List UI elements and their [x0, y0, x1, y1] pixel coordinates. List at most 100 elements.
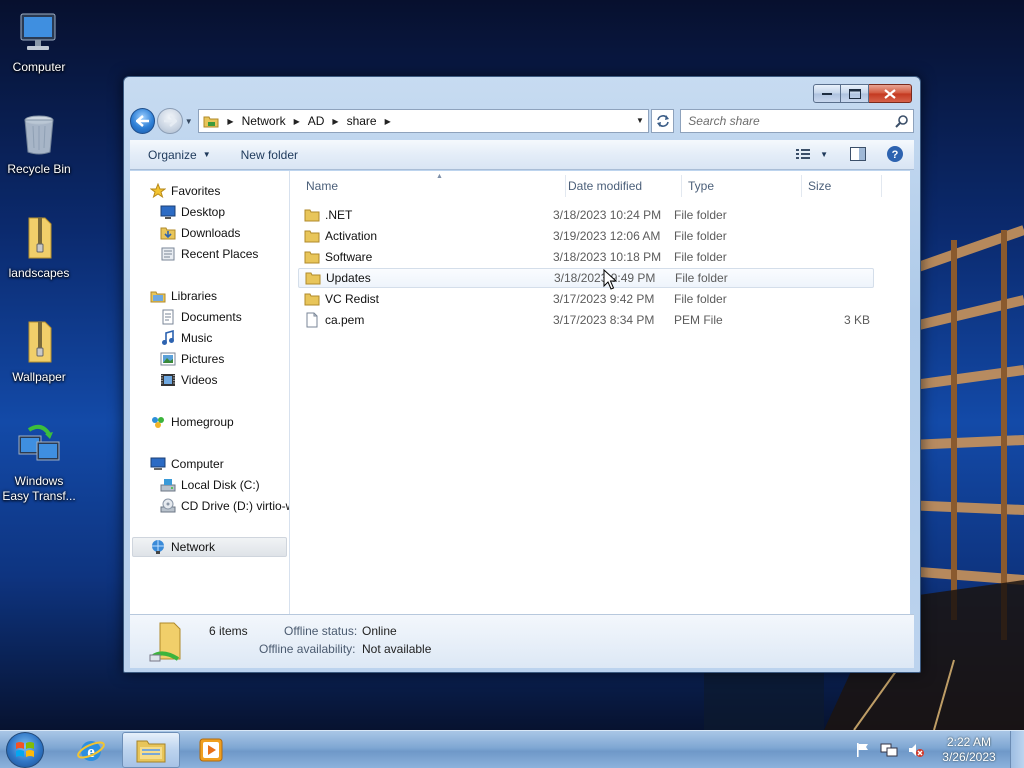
taskbar-media-player[interactable]	[182, 732, 240, 768]
start-button[interactable]	[6, 732, 44, 768]
breadcrumb-network[interactable]: Network	[242, 114, 286, 128]
restore-button[interactable]	[841, 84, 869, 103]
search-icon[interactable]	[895, 114, 909, 131]
breadcrumb-separator[interactable]: ▶	[332, 117, 338, 126]
navigation-bar: ▼ ▶ Network ▶ AD ▶ share ▶ ▼	[130, 107, 914, 135]
desktop-icon-easy-transfer[interactable]: Windows Easy Transf...	[2, 422, 76, 504]
search-input[interactable]	[688, 114, 889, 128]
breadcrumb-separator[interactable]: ▶	[294, 117, 300, 126]
address-bar[interactable]: ▶ Network ▶ AD ▶ share ▶ ▼	[198, 109, 649, 133]
file-date: 3/17/2023 9:42 PM	[553, 292, 655, 306]
show-desktop-button[interactable]	[1010, 731, 1024, 768]
back-button[interactable]	[130, 108, 156, 134]
homegroup-icon	[150, 414, 166, 430]
folder-icon	[305, 272, 321, 285]
details-view-icon	[796, 149, 811, 159]
nav-desktop[interactable]: Desktop	[160, 202, 225, 222]
desktop-icon-label: Computer	[12, 60, 66, 74]
taskbar-clock[interactable]: 2:22 AM 3/26/2023	[934, 735, 1004, 765]
desktop-icon-recycle-bin[interactable]: Recycle Bin	[2, 110, 76, 177]
new-folder-label: New folder	[240, 147, 298, 162]
preview-pane-button[interactable]	[850, 147, 866, 161]
cd-drive-icon	[160, 498, 176, 514]
restore-icon	[848, 88, 861, 99]
breadcrumb-ad[interactable]: AD	[308, 114, 325, 128]
address-history-dropdown[interactable]: ▼	[636, 116, 644, 125]
offline-status-value: Online	[362, 624, 397, 638]
volume-muted-icon[interactable]	[907, 742, 925, 758]
arrow-right-icon	[164, 115, 178, 127]
column-header-date[interactable]: Date modified	[562, 175, 682, 197]
chevron-down-icon: ▼	[202, 150, 211, 159]
minimize-button[interactable]	[813, 84, 841, 103]
recent-places-icon	[160, 246, 176, 262]
close-button[interactable]	[869, 84, 912, 103]
table-row[interactable]: .NET 3/18/2023 10:24 PM File folder	[298, 205, 874, 225]
file-type: PEM File	[674, 313, 723, 327]
action-center-flag-icon[interactable]	[855, 742, 871, 758]
file-name: VC Redist	[325, 292, 380, 306]
column-header-size[interactable]: Size	[802, 175, 882, 197]
desktop-icon-wallpaper[interactable]: Wallpaper	[2, 318, 76, 385]
sort-ascending-icon: ▲	[436, 173, 443, 180]
breadcrumb-separator[interactable]: ▶	[385, 117, 391, 126]
file-size: 3 KB	[843, 313, 870, 327]
nav-local-disk[interactable]: Local Disk (C:)	[160, 475, 260, 495]
music-icon	[160, 330, 176, 346]
navigation-pane: Favorites Desktop Downloads Recent Place…	[130, 171, 290, 614]
search-box[interactable]	[680, 109, 914, 133]
zip-folder-icon	[15, 318, 63, 366]
table-row[interactable]: Activation 3/19/2023 12:06 AM File folde…	[298, 226, 874, 246]
internet-explorer-icon: e	[77, 741, 105, 761]
table-row[interactable]: Software 3/18/2023 10:18 PM File folder	[298, 247, 874, 267]
table-row[interactable]: Updates 3/18/2023 9:49 PM File folder	[298, 268, 874, 288]
column-header-type[interactable]: Type	[682, 175, 802, 197]
table-row[interactable]: ca.pem 3/17/2023 8:34 PM PEM File 3 KB	[298, 310, 874, 330]
network-status-icon[interactable]	[880, 742, 898, 758]
network-share-icon	[149, 622, 181, 662]
nav-libraries[interactable]: Libraries	[150, 286, 217, 306]
nav-computer[interactable]: Computer	[150, 454, 224, 474]
network-icon	[150, 539, 166, 555]
recent-pages-dropdown[interactable]: ▼	[185, 117, 195, 126]
organize-button[interactable]: Organize ▼	[148, 148, 211, 162]
nav-music[interactable]: Music	[160, 328, 212, 348]
file-date: 3/18/2023 10:18 PM	[553, 250, 662, 264]
explorer-window: ▼ ▶ Network ▶ AD ▶ share ▶ ▼ Organize ▼	[123, 76, 921, 673]
desktop-icon-landscapes[interactable]: landscapes	[2, 214, 76, 281]
nav-videos[interactable]: Videos	[160, 370, 217, 390]
help-icon: ?	[887, 146, 903, 162]
taskbar-windows-explorer[interactable]	[122, 732, 180, 768]
change-view-button[interactable]: ▼	[795, 147, 828, 161]
nav-recent-places[interactable]: Recent Places	[160, 244, 258, 264]
breadcrumb-separator[interactable]: ▶	[227, 117, 233, 126]
nav-network[interactable]: Network	[132, 537, 287, 557]
chevron-down-icon[interactable]: ▼	[820, 150, 828, 159]
file-name: Updates	[326, 271, 371, 285]
column-header-name[interactable]: ▲ Name	[300, 173, 566, 197]
nav-pictures[interactable]: Pictures	[160, 349, 224, 369]
table-row[interactable]: VC Redist 3/17/2023 9:42 PM File folder	[298, 289, 874, 309]
new-folder-button[interactable]: New folder	[241, 148, 298, 162]
caption-buttons	[813, 84, 912, 103]
arrow-left-icon	[135, 115, 149, 127]
forward-button[interactable]	[157, 108, 183, 134]
pictures-icon	[160, 351, 176, 367]
help-button[interactable]: ?	[886, 145, 904, 163]
nav-homegroup[interactable]: Homegroup	[150, 412, 234, 432]
nav-downloads[interactable]: Downloads	[160, 223, 240, 243]
file-name: Software	[325, 250, 373, 264]
taskbar-internet-explorer[interactable]: e	[62, 732, 120, 768]
offline-availability-value: Not available	[362, 642, 432, 656]
nav-documents[interactable]: Documents	[160, 307, 242, 327]
file-type: File folder	[674, 250, 727, 264]
zip-folder-icon	[15, 214, 63, 262]
refresh-button[interactable]	[650, 109, 675, 133]
nav-favorites[interactable]: Favorites	[150, 181, 220, 201]
file-type: File folder	[674, 229, 727, 243]
breadcrumb-share[interactable]: share	[347, 114, 377, 128]
nav-cd-drive[interactable]: CD Drive (D:) virtio-w	[160, 496, 289, 516]
view-controls: ▼ ?	[781, 145, 904, 163]
file-date: 3/19/2023 12:06 AM	[553, 229, 661, 243]
desktop-icon-computer[interactable]: Computer	[2, 8, 76, 75]
